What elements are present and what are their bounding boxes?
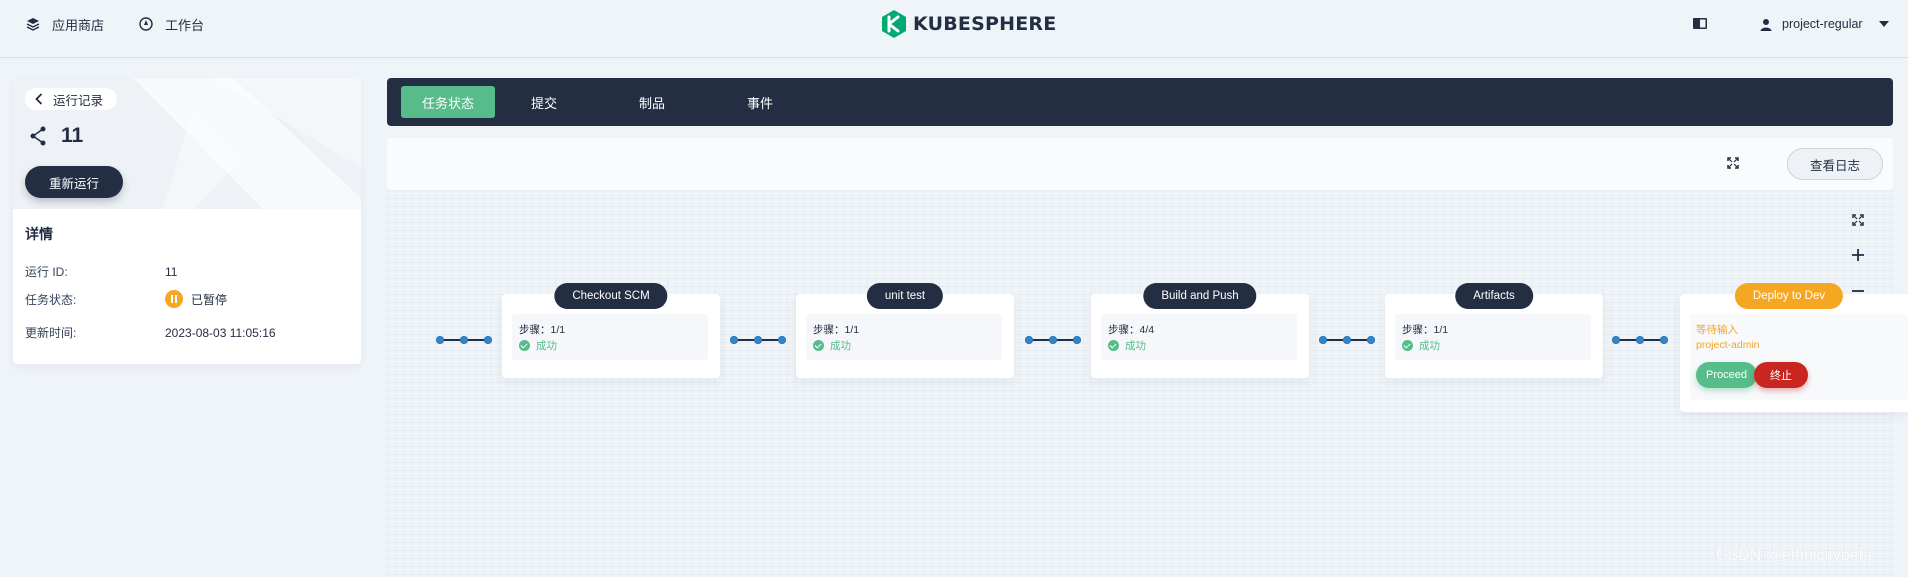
stage-title[interactable]: Artifacts [1455, 283, 1533, 309]
update-time-row: 更新时间: 2023-08-03 11:05:16 [25, 324, 276, 341]
stage-card-deploy-to-dev: Deploy to Dev 等待输入 project-admin Proceed… [1680, 283, 1908, 412]
workbench-label: 工作台 [165, 17, 205, 33]
stage-step-summary[interactable]: 步骤：4/4 成功 [1101, 314, 1297, 360]
user-icon [1760, 18, 1772, 31]
app-store-label: 应用商店 [52, 17, 105, 33]
waiting-input-text: 等待输入 [1696, 324, 1738, 336]
tab-commits[interactable]: 提交 [514, 86, 574, 118]
workbench-icon [139, 17, 153, 31]
stage-connector [1025, 334, 1081, 346]
stage-status: 成功 [536, 340, 557, 352]
app-store-icon [26, 18, 40, 31]
view-logs-button[interactable]: 查看日志 [1787, 148, 1884, 180]
tab-bar: 任务状态 提交 制品 事件 [387, 78, 1893, 126]
pipeline-icon [30, 126, 46, 146]
stage-connector [1319, 334, 1375, 346]
run-id-row: 运行 ID: 11 [25, 263, 177, 280]
proceed-button[interactable]: Proceed [1696, 362, 1757, 388]
pipeline-canvas[interactable] [387, 190, 1893, 577]
run-summary-header: 运行记录 11 重新运行 [13, 78, 361, 209]
update-time-label: 更新时间: [25, 326, 77, 340]
fullscreen-icon[interactable] [1727, 157, 1739, 169]
stage-title[interactable]: unit test [866, 283, 944, 309]
top-header: 应用商店 工作台 KUBESPHERE project-regular [0, 0, 1908, 58]
chevron-left-icon [35, 93, 43, 105]
stage-connector [730, 334, 786, 346]
stage-status: 成功 [1419, 340, 1440, 352]
task-status-label: 任务状态: [25, 292, 77, 307]
paused-icon [165, 290, 183, 308]
logo-text: KUBESPHERE [913, 13, 1057, 35]
stage-step-summary[interactable]: 步骤：1/1 成功 [512, 314, 708, 360]
input-request: 等待输入 project-admin Proceed 终止 [1690, 314, 1908, 400]
stage-steps: 步骤：1/1 [519, 324, 566, 336]
success-check-icon [813, 340, 824, 351]
username: project-regular [1782, 17, 1863, 31]
success-check-icon [1108, 340, 1119, 351]
run-title: 11 [29, 124, 83, 148]
pipeline-toolbar [387, 138, 1893, 190]
tab-artifacts[interactable]: 制品 [622, 86, 682, 118]
stage-connector [436, 334, 492, 346]
task-status-value: 已暂停 [191, 292, 228, 307]
stage-card-artifacts: Artifacts 步骤：1/1 成功 [1385, 283, 1603, 378]
back-label: 运行记录 [53, 93, 104, 108]
stage-card-build-and-push: Build and Push 步骤：4/4 成功 [1091, 283, 1309, 378]
stage-steps: 步骤：1/1 [1402, 324, 1449, 336]
update-time-value: 2023-08-03 11:05:16 [165, 325, 276, 340]
user-menu[interactable]: project-regular [1760, 0, 1889, 48]
run-detail-panel: 运行记录 11 重新运行 详情 运行 ID: 11 任务状态: 已暂停 更新时间… [13, 78, 361, 364]
run-number: 11 [61, 124, 84, 147]
fit-view-button[interactable] [1846, 208, 1870, 232]
expand-icon [1852, 214, 1864, 226]
stage-title[interactable]: Checkout SCM [554, 283, 668, 309]
tab-task-status[interactable]: 任务状态 [401, 86, 495, 118]
documentation-icon[interactable] [1693, 18, 1707, 29]
details-heading: 详情 [25, 226, 53, 242]
zoom-in-button[interactable] [1846, 243, 1870, 267]
chevron-down-icon [1878, 21, 1889, 27]
kubesphere-logo[interactable]: KUBESPHERE [881, 9, 1056, 39]
stage-step-summary[interactable]: 步骤：1/1 成功 [1395, 314, 1591, 360]
success-check-icon [1402, 340, 1413, 351]
plus-icon [1852, 249, 1864, 261]
kubesphere-logo-icon [882, 10, 906, 38]
run-id-label: 运行 ID: [25, 265, 68, 279]
stage-card-checkout-scm: Checkout SCM 步骤：1/1 成功 [502, 283, 720, 378]
watermark: CSDN @ethnicitybeta [1716, 547, 1872, 564]
stage-step-summary[interactable]: 步骤：1/1 成功 [806, 314, 1002, 360]
stage-title[interactable]: Build and Push [1143, 283, 1257, 309]
stage-connector [1612, 334, 1668, 346]
run-id-value: 11 [165, 264, 178, 279]
tab-events[interactable]: 事件 [730, 86, 790, 118]
stage-status: 成功 [1125, 340, 1146, 352]
stage-steps: 步骤：1/1 [813, 324, 860, 336]
stage-card-unit-test: unit test 步骤：1/1 成功 [796, 283, 1014, 378]
stage-title[interactable]: Deploy to Dev [1734, 283, 1844, 309]
success-check-icon [519, 340, 530, 351]
rerun-button[interactable]: 重新运行 [25, 166, 124, 198]
workbench-nav[interactable]: 工作台 [139, 0, 204, 48]
task-status-row: 任务状态: 已暂停 [25, 290, 227, 308]
abort-button[interactable]: 终止 [1754, 362, 1808, 388]
stage-steps: 步骤：4/4 [1108, 324, 1155, 336]
stage-status: 成功 [830, 340, 851, 352]
app-store-nav[interactable]: 应用商店 [26, 0, 104, 48]
approver-name: project-admin [1696, 339, 1760, 351]
back-to-run-records-button[interactable]: 运行记录 [25, 88, 118, 110]
